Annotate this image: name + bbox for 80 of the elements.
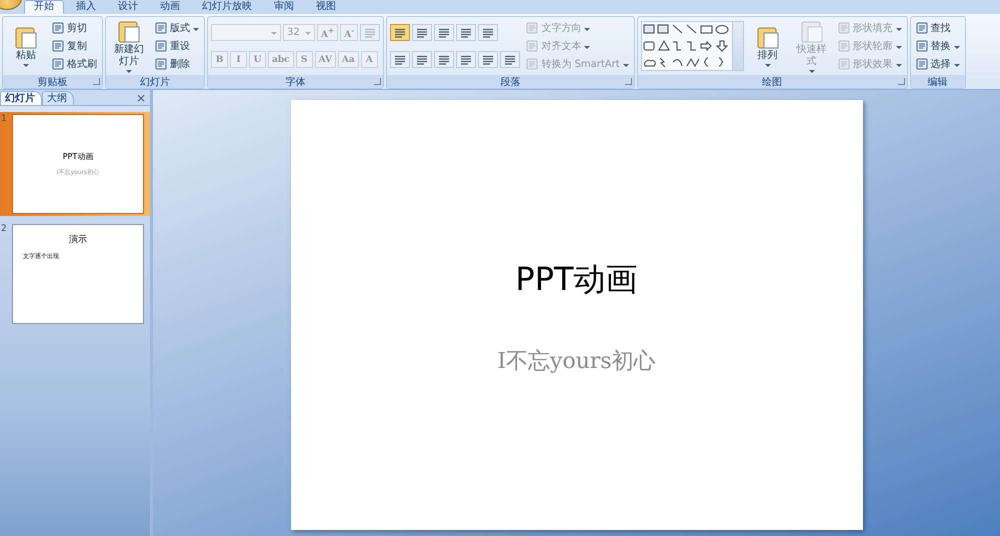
ribbon-button[interactable]: 新建幻灯片	[109, 20, 149, 72]
list-icon	[155, 58, 167, 70]
text-lines-icon	[460, 28, 472, 38]
toolbar-button[interactable]	[390, 24, 410, 41]
text-lines-icon	[438, 54, 450, 64]
group-label: 字体	[286, 76, 306, 88]
document-icon	[13, 26, 39, 50]
thumbnail-title: 演示	[69, 234, 87, 246]
ribbon-tab[interactable]: 动画	[150, 0, 190, 14]
text-lines-icon	[504, 54, 516, 64]
ribbon-button[interactable]: 复制	[50, 38, 99, 54]
text-lines-icon	[416, 28, 428, 38]
ribbon-button[interactable]: 重设	[153, 38, 201, 54]
ribbon-button[interactable]: 查找	[914, 20, 962, 36]
text-lines-icon	[482, 28, 494, 38]
slide-number: 1	[0, 114, 8, 124]
group-label: 段落	[500, 76, 521, 88]
ribbon-button[interactable]: 格式刷	[50, 56, 99, 72]
dialog-launcher-icon[interactable]	[624, 78, 632, 85]
list-icon	[52, 58, 64, 70]
ribbon-tab[interactable]: 开始	[24, 0, 64, 14]
document-icon	[116, 20, 142, 44]
ribbon-button[interactable]: 粘贴	[6, 26, 46, 66]
toolbar-button[interactable]	[390, 51, 410, 68]
text-lines-icon	[438, 28, 450, 38]
list-icon	[916, 22, 928, 34]
ribbon-button[interactable]: 排列	[748, 26, 788, 66]
list-icon	[155, 22, 167, 34]
slide-number: 2	[0, 224, 8, 234]
toolbar-button[interactable]	[478, 51, 498, 68]
dialog-launcher-icon[interactable]	[898, 78, 905, 85]
ribbon-tab[interactable]: 插入	[66, 0, 106, 14]
group-label: 编辑	[928, 76, 948, 88]
list-icon	[838, 22, 850, 34]
document-icon	[754, 26, 781, 50]
pane-tab[interactable]: 幻灯片	[0, 91, 42, 105]
toolbar-button[interactable]	[478, 24, 498, 41]
ribbon-button[interactable]: 剪切	[50, 20, 99, 36]
ribbon-tab[interactable]: 审阅	[264, 0, 304, 14]
toolbar-button[interactable]	[412, 51, 432, 68]
ribbon-button[interactable]: 版式	[153, 20, 201, 36]
text-lines-icon	[364, 28, 376, 38]
dialog-launcher-icon[interactable]	[93, 78, 100, 85]
list-icon	[916, 40, 928, 52]
document-icon	[798, 20, 825, 44]
list-icon	[52, 40, 64, 52]
toolbar-button[interactable]	[500, 51, 520, 68]
toolbar-button[interactable]	[434, 51, 454, 68]
ribbon-button[interactable]: 选择	[914, 56, 962, 72]
ribbon-button[interactable]: 删除	[153, 56, 201, 72]
text-lines-icon	[394, 54, 406, 64]
list-icon	[52, 22, 64, 34]
list-icon	[916, 58, 928, 70]
pane-tab[interactable]: 大纲	[42, 91, 74, 105]
list-icon	[526, 40, 538, 52]
slide-title[interactable]: PPT动画	[515, 258, 638, 302]
group-label: 绘图	[762, 76, 782, 88]
ribbon-button[interactable]: 替换	[914, 38, 962, 54]
ribbon-tab[interactable]: 幻灯片放映	[192, 0, 262, 14]
list-icon	[526, 58, 538, 70]
text-lines-icon	[416, 54, 428, 64]
ribbon-tab[interactable]: 设计	[108, 0, 148, 14]
thumbnail-title: PPT动画	[62, 151, 94, 162]
text-lines-icon	[394, 28, 406, 38]
group-label: 剪贴板	[38, 76, 68, 88]
list-icon	[838, 40, 850, 52]
toolbar-button[interactable]	[456, 51, 476, 68]
toolbar-button[interactable]	[434, 24, 454, 41]
ribbon-tab[interactable]: 视图	[306, 0, 346, 14]
group-label: 幻灯片	[140, 76, 170, 88]
close-button[interactable]: ×	[136, 91, 146, 105]
gallery-scrollbar[interactable]	[732, 22, 743, 70]
toolbar-button[interactable]	[412, 24, 432, 41]
toolbar-button[interactable]	[456, 24, 476, 41]
dialog-launcher-icon[interactable]	[374, 78, 382, 85]
text-lines-icon	[460, 54, 472, 64]
list-icon	[155, 40, 167, 52]
list-icon	[838, 58, 850, 70]
text-lines-icon	[482, 54, 494, 64]
list-icon	[526, 22, 538, 34]
